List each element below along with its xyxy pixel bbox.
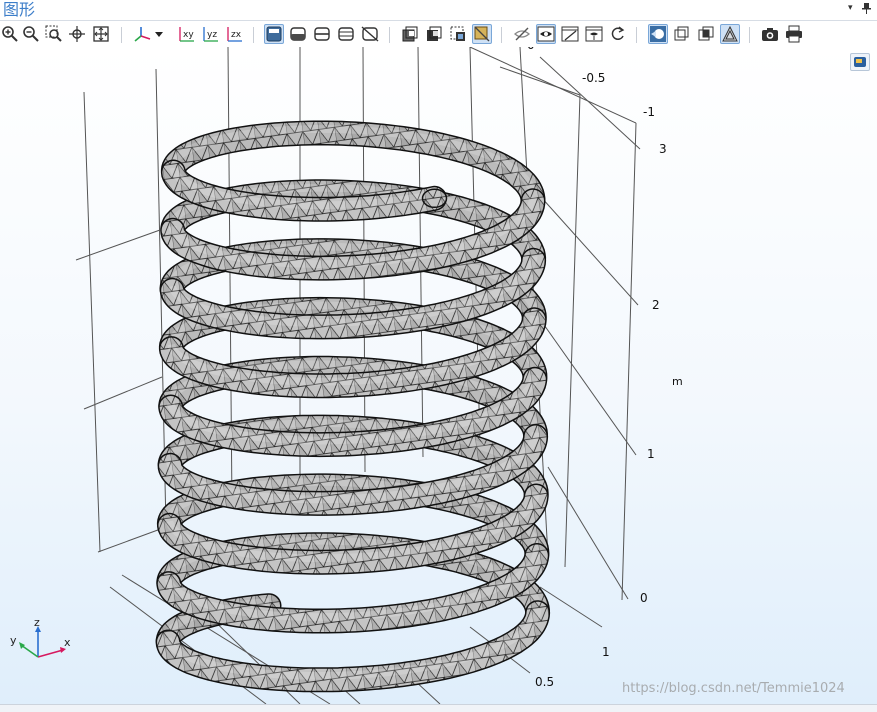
z-tick-3: 3 — [659, 142, 667, 156]
select-points-icon[interactable] — [336, 24, 356, 44]
graphics-toolbar: xy yz zx — [0, 21, 877, 47]
window-menu-button[interactable]: ▾ — [848, 3, 853, 13]
select-domains-icon[interactable] — [264, 24, 284, 44]
view-xy-label: xy — [183, 30, 194, 40]
dropdown-arrow-icon[interactable] — [152, 24, 166, 44]
show-icon[interactable] — [536, 24, 556, 44]
render-selected-icon[interactable] — [448, 24, 468, 44]
window-title: 图形 — [3, 0, 36, 19]
pan-icon[interactable] — [67, 24, 87, 44]
y-tick-minus-0.5: -0.5 — [582, 71, 605, 85]
select-boundaries-icon[interactable] — [288, 24, 308, 44]
z-tick-1: 1 — [647, 447, 655, 461]
top-partial-tick: 0 — [527, 47, 535, 52]
watermark-text: https://blog.csdn.net/Temmie1024 — [622, 681, 845, 696]
view-yz-label: yz — [207, 30, 217, 40]
zoom-out-icon[interactable] — [21, 24, 41, 44]
view-xy-button[interactable]: xy — [176, 24, 196, 44]
toolbar-separator — [501, 27, 502, 43]
grid-icon[interactable] — [720, 24, 740, 44]
transparency-icon[interactable] — [400, 24, 420, 44]
triad-z-label: z — [34, 617, 40, 629]
render-all-icon[interactable] — [472, 24, 492, 44]
x-tick-0.5: 0.5 — [535, 675, 554, 689]
coil-end-cap — [421, 188, 448, 209]
z-tick-0: 0 — [640, 591, 648, 605]
x-tick-1: 1 — [602, 645, 610, 659]
triad-x-axis — [37, 649, 64, 658]
show-selected-icon[interactable] — [560, 24, 580, 44]
view-zx-label: zx — [231, 30, 242, 40]
reset-icon[interactable] — [608, 24, 628, 44]
orthographic-icon[interactable] — [672, 24, 692, 44]
toolbar-separator — [389, 27, 390, 43]
wireframe-icon[interactable] — [424, 24, 444, 44]
toolbar-separator — [636, 27, 637, 43]
model-scene[interactable]: 0 1 2 3 m -0.5 -1 0 1 0.5 — [0, 47, 877, 704]
view-zx-button[interactable]: zx — [224, 24, 244, 44]
view-yz-button[interactable]: yz — [200, 24, 220, 44]
triad-y-label: y — [10, 634, 17, 647]
print-icon[interactable] — [784, 24, 804, 44]
graphics-window-titlebar: 图形 ▾ — [0, 0, 877, 21]
show-all-icon[interactable] — [584, 24, 604, 44]
triad-y-axis — [20, 644, 39, 658]
z-tick-2: 2 — [652, 298, 660, 312]
deselect-icon[interactable] — [360, 24, 380, 44]
toolbar-separator — [121, 27, 122, 43]
axis-unit-label: m — [672, 375, 683, 388]
graphics-overlay-button[interactable] — [850, 53, 870, 71]
toolbar-separator — [749, 27, 750, 43]
select-edges-icon[interactable] — [312, 24, 332, 44]
graphics-viewport[interactable]: 0 1 2 3 m -0.5 -1 0 1 0.5 z x y https://… — [0, 47, 877, 704]
helix-coil-mesh[interactable] — [155, 120, 551, 693]
y-tick-minus-1: -1 — [643, 105, 655, 119]
zoom-box-icon[interactable] — [44, 24, 64, 44]
zoom-extents-icon[interactable] — [91, 24, 111, 44]
screenshot-icon[interactable] — [760, 24, 780, 44]
triad-x-label: x — [64, 636, 71, 649]
pin-icon[interactable] — [862, 3, 871, 17]
view-axis-triad-icon[interactable] — [133, 24, 153, 44]
axis-triad: z x y — [10, 617, 71, 658]
hide-icon[interactable] — [512, 24, 532, 44]
perspective-icon[interactable] — [696, 24, 716, 44]
scene-light-icon[interactable] — [648, 24, 668, 44]
toolbar-separator — [253, 27, 254, 43]
zoom-in-icon[interactable] — [0, 24, 20, 44]
